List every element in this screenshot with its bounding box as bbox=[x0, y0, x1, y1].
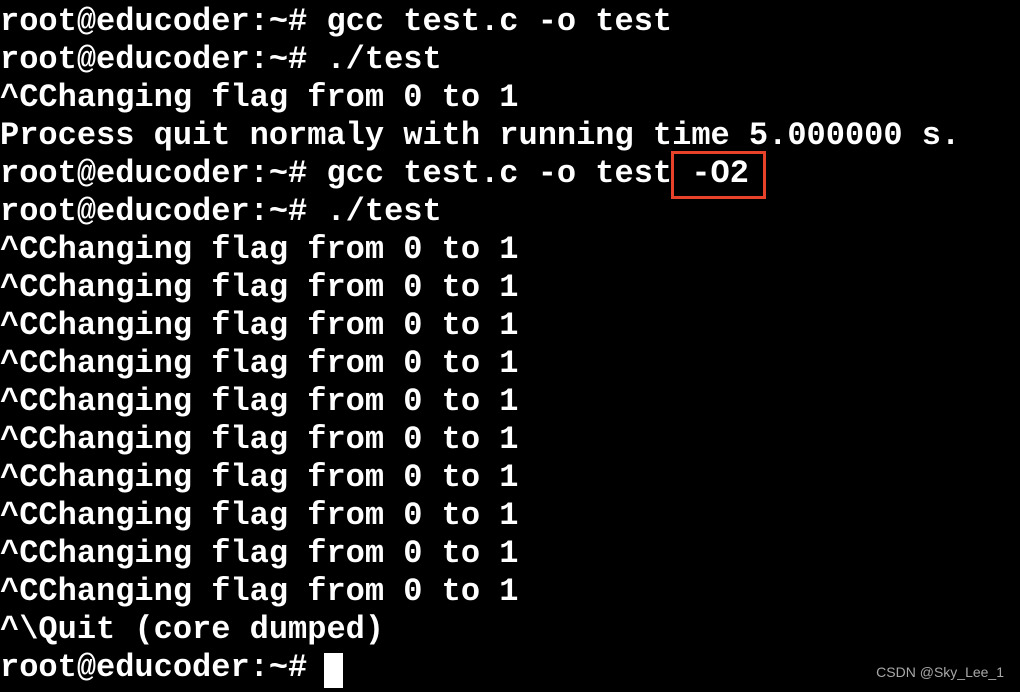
terminal-line: ^CChanging flag from 0 to 1 bbox=[0, 535, 519, 572]
terminal-line: root@educoder:~# gcc test.c -o test -O2 bbox=[0, 155, 749, 192]
terminal-line: ^CChanging flag from 0 to 1 bbox=[0, 421, 519, 458]
terminal-line: Process quit normaly with running time 5… bbox=[0, 117, 961, 154]
terminal-line: ^\Quit (core dumped) bbox=[0, 611, 385, 648]
terminal-line: ^CChanging flag from 0 to 1 bbox=[0, 79, 519, 116]
terminal-line: root@educoder:~# gcc test.c -o test bbox=[0, 3, 673, 40]
terminal-line: root@educoder:~# ./test bbox=[0, 41, 442, 78]
terminal-line: root@educoder:~# bbox=[0, 649, 327, 686]
terminal-line: ^CChanging flag from 0 to 1 bbox=[0, 497, 519, 534]
terminal-cursor bbox=[324, 653, 343, 688]
terminal-line: ^CChanging flag from 0 to 1 bbox=[0, 573, 519, 610]
terminal-line: ^CChanging flag from 0 to 1 bbox=[0, 269, 519, 306]
terminal-line: ^CChanging flag from 0 to 1 bbox=[0, 345, 519, 382]
terminal-line: ^CChanging flag from 0 to 1 bbox=[0, 383, 519, 420]
terminal-line: ^CChanging flag from 0 to 1 bbox=[0, 459, 519, 496]
highlight-box-O2 bbox=[671, 151, 766, 199]
terminal-window[interactable]: root@educoder:~# gcc test.c -o test root@… bbox=[0, 0, 1020, 692]
terminal-line: root@educoder:~# ./test bbox=[0, 193, 442, 230]
watermark: CSDN @Sky_Lee_1 bbox=[876, 664, 1004, 680]
terminal-line: ^CChanging flag from 0 to 1 bbox=[0, 231, 519, 268]
terminal-line: ^CChanging flag from 0 to 1 bbox=[0, 307, 519, 344]
